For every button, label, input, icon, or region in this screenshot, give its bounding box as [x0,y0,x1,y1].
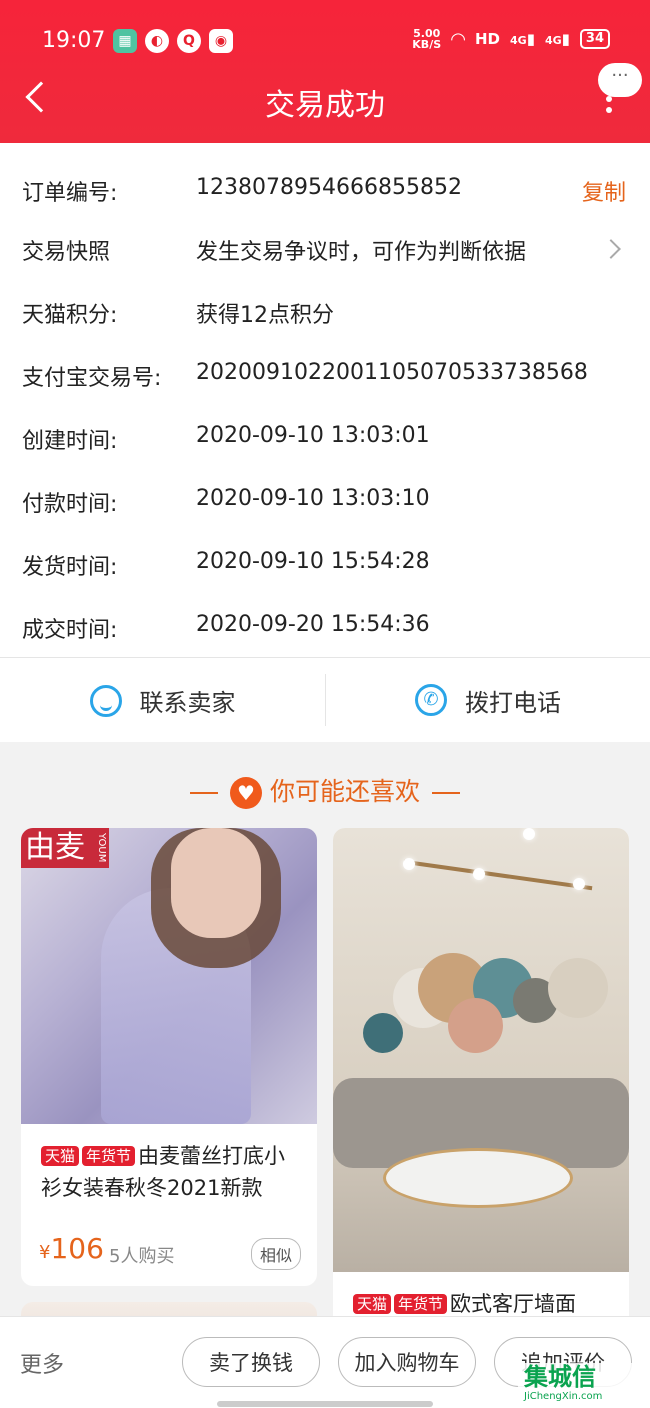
brand-logo-side: YOUM [89,828,107,868]
call-phone-button[interactable]: ✆ 拨打电话 [325,674,650,726]
product-image[interactable] [333,828,629,1272]
done-time-row: 成交时间: 2020-09-20 15:54:36 [0,612,650,652]
product-image-face [171,828,261,938]
floating-more-bubble[interactable]: ··· [598,63,642,97]
status-time: 19:07 [42,28,106,53]
signal-4g-2: 4G▮ [544,30,570,48]
product-card[interactable]: 天猫 年货节 欧式客厅墙面 [333,828,629,1348]
call-phone-label: 拨打电话 [465,688,561,717]
tmall-badge: 天猫 [353,1294,392,1314]
browser-app-icon: ◐ [145,29,169,53]
watermark-text: 集城信 [524,1363,596,1391]
phone-icon: ✆ [415,684,447,716]
status-app-icons: ▦ ◐ Q ◉ [113,29,233,53]
chat-smile-icon [89,684,122,717]
shipped-time-label: 发货时间: [22,555,118,580]
image-disc [448,998,503,1053]
alipay-value: 2020091022001105070533738568 [196,360,588,385]
more-link[interactable]: 更多 [20,1347,64,1379]
snapshot-label: 交易快照 [22,240,111,265]
qq-app-icon: Q [177,29,201,53]
image-disc [363,1013,403,1053]
product-title-text: 欧式客厅墙面 [450,1292,577,1316]
watermark-sub: JiChengXin.com [524,1391,603,1402]
product-card[interactable]: 由麦 YOUM 天猫 年货节 由麦蕾丝打底小衫女装春秋冬2021新款 ¥106 5人… [21,828,317,1286]
tmall-badge: 天猫 [41,1146,80,1166]
chevron-right-icon [601,239,621,259]
image-disc [548,958,608,1018]
points-row: 天猫积分: 获得12点积分 [0,297,650,337]
snapshot-row[interactable]: 交易快照 发生交易争议时，可作为判断依据 [0,234,650,274]
created-time-value: 2020-09-10 13:03:01 [196,423,430,448]
shipped-time-value: 2020-09-10 15:54:28 [196,549,430,574]
wifi-icon: ◠ [451,28,465,50]
title-line-right [432,792,460,794]
heart-icon: ♥ [229,777,262,809]
paid-time-value: 2020-09-10 13:03:10 [196,486,430,511]
contact-actions: 联系卖家 ✆ 拨打电话 [0,657,650,742]
add-to-cart-button[interactable]: 加入购物车 [338,1337,476,1387]
net-speed-unit: KB/S [412,38,442,51]
points-label: 天猫积分: [22,303,118,328]
image-bulb [523,828,535,840]
currency-symbol: ¥ [39,1242,51,1263]
image-bulb [403,858,415,870]
festival-badge: 年货节 [394,1294,448,1314]
created-time-row: 创建时间: 2020-09-10 13:03:01 [0,423,650,463]
product-price: ¥106 [39,1232,104,1265]
festival-badge: 年货节 [82,1146,136,1166]
sell-button[interactable]: 卖了换钱 [182,1337,320,1387]
price-value: 106 [50,1232,104,1265]
image-bulb [573,878,585,890]
done-time-label: 成交时间: [22,618,118,643]
watermark-logo: 集城信 JiChengXin.com [518,1363,646,1407]
status-indicators: 5.00 KB/S ◠ HD 4G▮ 4G▮ 34 [412,28,610,50]
paid-time-label: 付款时间: [22,492,118,517]
image-lamp [403,859,593,891]
points-value: 获得12点积分 [196,303,334,328]
net-speed: 5.00 KB/S [412,28,441,50]
shipped-time-row: 发货时间: 2020-09-10 15:54:28 [0,549,650,589]
header-bar: 19:07 ▦ ◐ Q ◉ 5.00 KB/S ◠ HD 4G▮ 4G▮ 34 … [0,0,650,143]
order-number-label: 订单编号: [22,181,118,206]
order-number-row: 订单编号: 1238078954666855852 复制 [0,175,650,215]
signal-4g-1: 4G▮ [510,30,535,48]
alipay-row: 支付宝交易号: 2020091022001105070533738568 [0,360,650,400]
snapshot-value: 发生交易争议时，可作为判断依据 [196,240,527,265]
contact-seller-label: 联系卖家 [139,689,236,717]
copy-button[interactable]: 复制 [582,175,626,207]
similar-button[interactable]: 相似 [250,1238,301,1270]
more-menu-icon[interactable] [606,96,612,118]
order-number-value: 1238078954666855852 [196,175,462,200]
calendar-app-icon: ▦ [113,29,137,53]
contact-seller-button[interactable]: 联系卖家 [0,658,325,743]
bottom-action-bar: 更多 卖了换钱 加入购物车 追加评价 集城信JiChengXin.com [0,1316,650,1408]
title-line-left [189,792,218,794]
product-title: 天猫 年货节 由麦蕾丝打底小衫女装春秋冬2021新款 [41,1140,303,1204]
image-table [383,1148,573,1208]
created-time-label: 创建时间: [22,429,118,454]
home-indicator[interactable] [217,1401,433,1407]
battery-icon: 34 [579,29,610,49]
image-bulb [473,868,485,880]
order-info-panel: 订单编号: 1238078954666855852 复制 交易快照 发生交易争议… [0,143,650,657]
buyer-count: 5人购买 [109,1246,175,1267]
status-bar: 19:07 ▦ ◐ Q ◉ 5.00 KB/S ◠ HD 4G▮ 4G▮ 34 [0,22,650,62]
product-image[interactable]: 由麦 YOUM [21,828,317,1124]
weibo-app-icon: ◉ [209,29,233,53]
recommend-title-text: 你可能还喜欢 [269,777,420,806]
paid-time-row: 付款时间: 2020-09-10 13:03:10 [0,486,650,526]
done-time-value: 2020-09-20 15:54:36 [196,612,430,637]
hd-indicator: HD [474,30,500,48]
signal-4g-1-label: 4G [510,34,527,47]
alipay-label: 支付宝交易号: [22,366,162,391]
page-title: 交易成功 [265,88,385,123]
signal-4g-2-label: 4G [544,34,562,47]
recommend-title: ♥ 你可能还喜欢 [0,772,650,809]
